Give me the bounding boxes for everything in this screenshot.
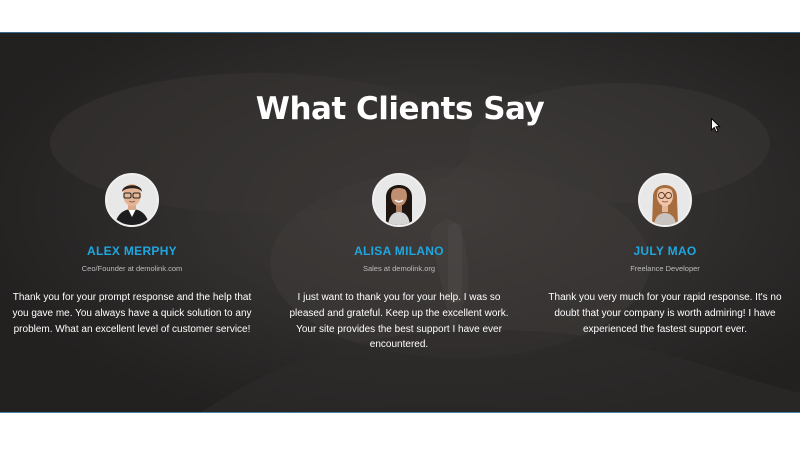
testimonial-quote: Thank you for your prompt response and t… [12, 292, 252, 335]
testimonial-role: Freelance Developer [630, 264, 700, 273]
testimonial-card: ALEX MERPHY Ceo/Founder at demolink.com … [7, 173, 257, 337]
testimonial-card: JULY MAO Freelance Developer Thank you v… [540, 173, 790, 337]
testimonial-name: JULY MAO [633, 244, 697, 258]
testimonial-role: Sales at demolink.org [362, 264, 436, 273]
testimonial-quote: Thank you very much for your rapid respo… [548, 292, 782, 335]
top-white-strip [0, 0, 800, 32]
testimonial-role: Ceo/Founder at demolink.com [81, 264, 183, 273]
testimonial-name: ALEX MERPHY [87, 244, 177, 258]
mouse-pointer-icon [711, 118, 721, 133]
section-title: What Clients Say [255, 91, 545, 127]
testimonials-section: What Clients Say ALEX MERPHY Ceo/Founder… [0, 32, 800, 413]
testimonial-name: ALISA MILANO [354, 244, 444, 258]
woman-dark-hair-avatar [372, 173, 426, 227]
bottom-white-strip [0, 413, 800, 451]
man-with-glasses-avatar [105, 173, 159, 227]
woman-with-glasses-avatar [638, 173, 692, 227]
testimonial-quote: I just want to thank you for your help. … [289, 292, 509, 351]
testimonial-card: ALISA MILANO Sales at demolink.org I jus… [274, 173, 524, 353]
